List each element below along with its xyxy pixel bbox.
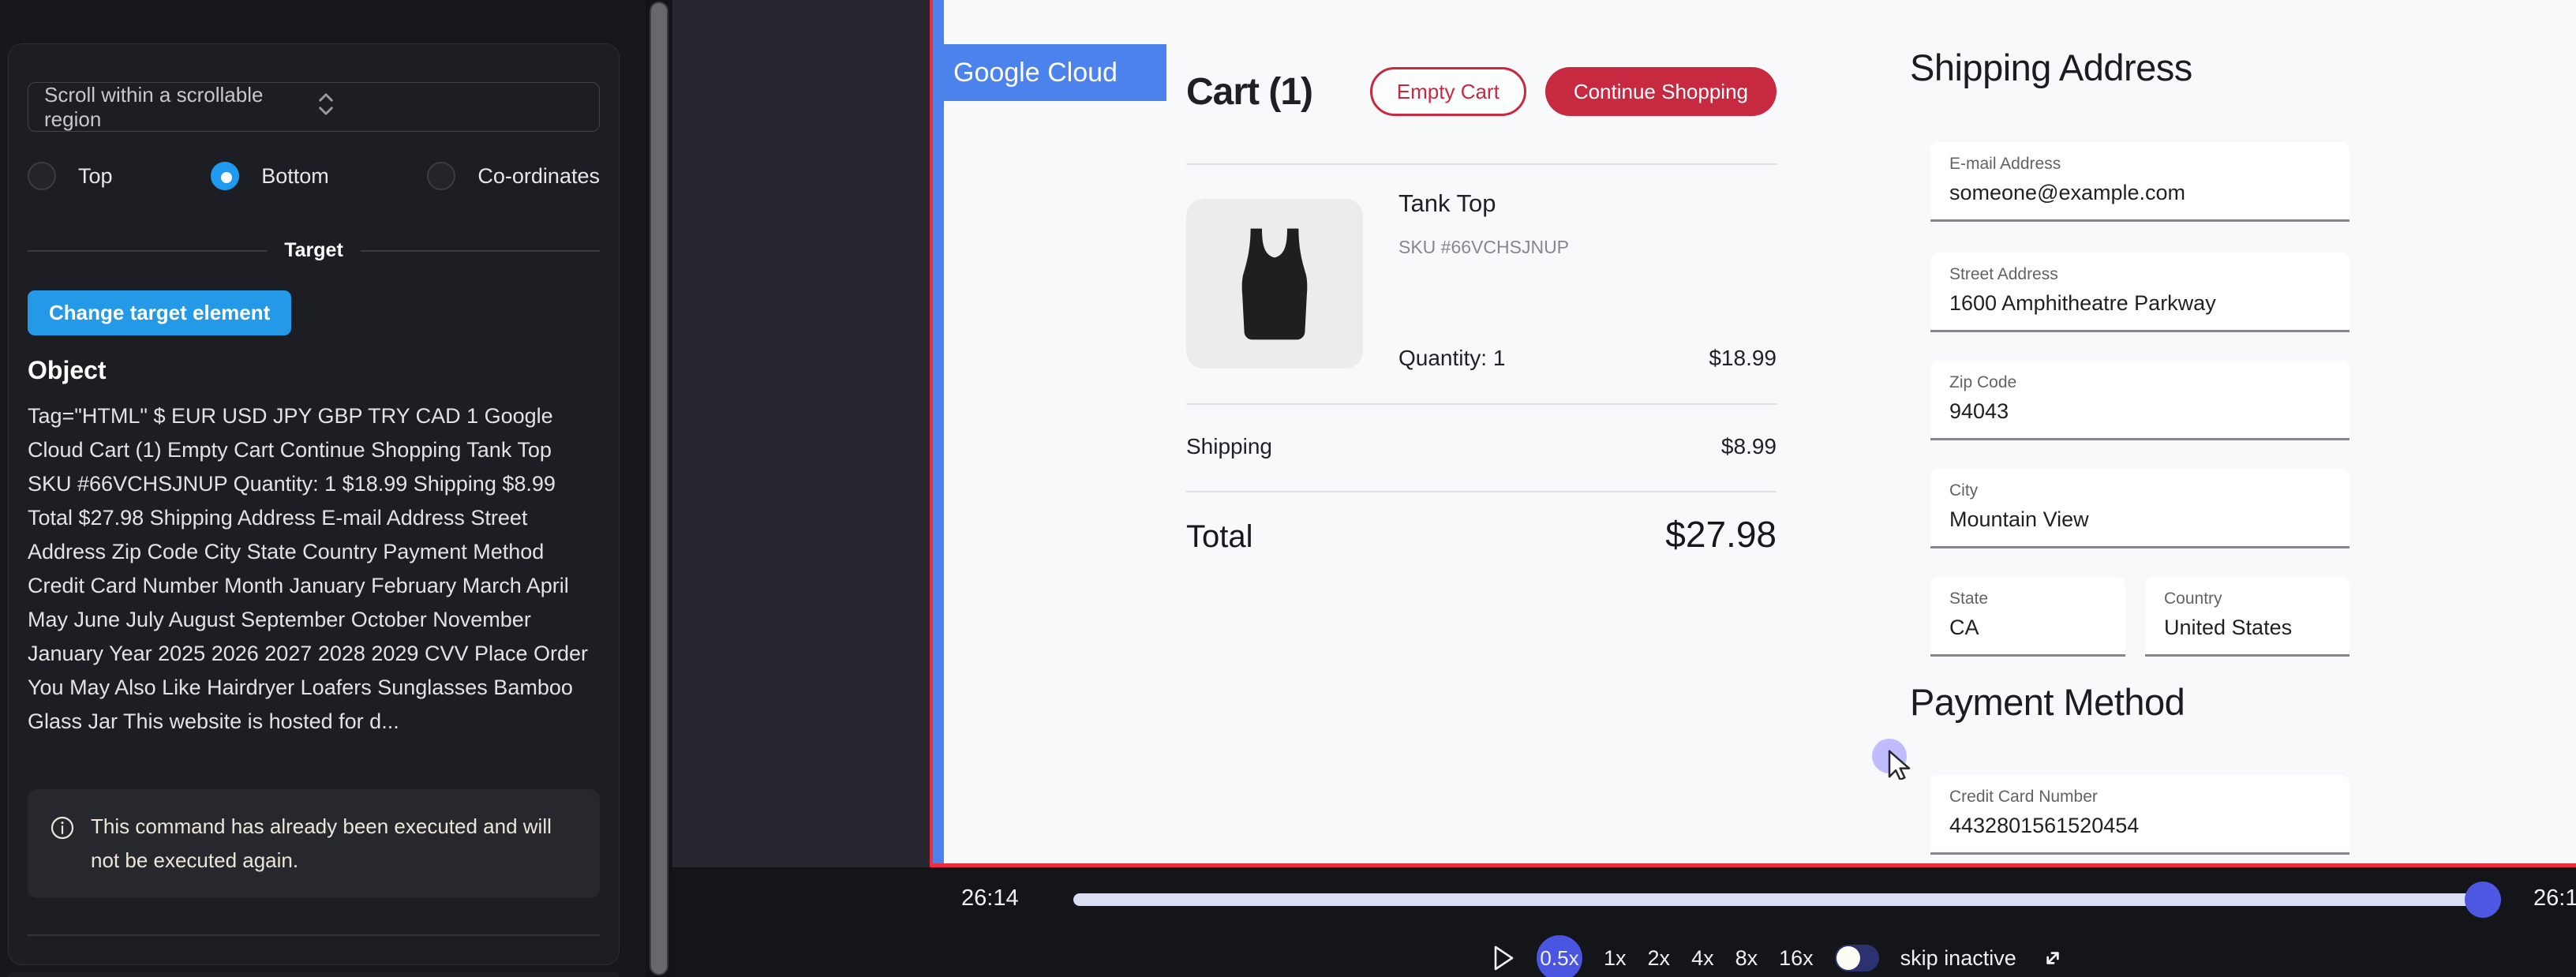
empty-cart-button[interactable]: Empty Cart [1370, 67, 1526, 116]
skip-inactive-label: skip inactive [1900, 946, 2016, 971]
checkout-form-section: Shipping Address E-mail Address someone@… [1910, 0, 2349, 863]
divider [1186, 163, 1777, 165]
end-time: 26:1 [2533, 885, 2576, 911]
speed-2x-button[interactable]: 2x [1648, 946, 1671, 971]
action-select[interactable]: Scroll within a scrollable region [28, 82, 600, 132]
divider [1186, 403, 1777, 405]
timeline-thumb[interactable] [2465, 882, 2501, 918]
info-message-text: This command has already been executed a… [91, 810, 578, 878]
browser-page: Google Cloud Cart (1) Empty Cart Continu… [944, 0, 2576, 863]
credit-card-number-field[interactable]: Credit Card Number 4432801561520454 [1930, 775, 2349, 855]
cart-item-sku: SKU #66VCHSJNUP [1398, 237, 1569, 258]
shipping-address-heading: Shipping Address [1910, 46, 2192, 89]
radio-bottom[interactable]: Bottom [211, 162, 329, 190]
target-section-label: Target [284, 239, 343, 262]
country-label: Country [2164, 590, 2331, 608]
replay-viewport: Google Cloud Cart (1) Empty Cart Continu… [672, 0, 2576, 977]
radio-top-label: Top [78, 164, 113, 189]
target-section-divider: Target [28, 239, 600, 262]
continue-shopping-button[interactable]: Continue Shopping [1545, 67, 1777, 116]
command-panel: Scroll within a scrollable region Top Bo… [8, 43, 620, 965]
cart-item-quantity: Quantity: 1 [1398, 346, 1505, 371]
street-address-value: 1600 Amphitheatre Parkway [1949, 291, 2331, 316]
country-field[interactable]: Country United States [2145, 577, 2349, 657]
speed-0-5x-button[interactable]: 0.5x [1537, 935, 1582, 977]
info-message-box: This command has already been executed a… [28, 789, 600, 898]
object-heading: Object [28, 356, 600, 385]
replay-player-bar: 26:14 26:1 0.5x 1x 2x 4x 8x 16x sk [672, 867, 2576, 977]
toggle-knob [1837, 946, 1860, 970]
cart-section: Cart (1) Empty Cart Continue Shopping Ta… [1186, 0, 1777, 863]
city-label: City [1949, 481, 2331, 500]
sidebar-scrollbar-gutter [646, 0, 672, 977]
action-select-value: Scroll within a scrollable region [44, 83, 314, 132]
speed-4x-button[interactable]: 4x [1691, 946, 1714, 971]
radio-bottom-circle[interactable] [211, 162, 239, 190]
divider-line [28, 250, 267, 252]
section-divider [28, 934, 600, 936]
app-root: Scroll within a scrollable region Top Bo… [0, 0, 2576, 977]
player-controls: 0.5x 1x 2x 4x 8x 16x skip inactive [1492, 935, 2068, 977]
sidebar: Scroll within a scrollable region Top Bo… [0, 0, 646, 977]
skip-inactive-toggle[interactable] [1835, 945, 1879, 971]
radio-coordinates[interactable]: Co-ordinates [427, 162, 600, 190]
radio-coordinates-label: Co-ordinates [477, 164, 600, 189]
fullscreen-icon[interactable] [2038, 943, 2068, 973]
zip-code-value: 94043 [1949, 399, 2331, 424]
object-text: Tag="HTML" $ EUR USD JPY GBP TRY CAD 1 G… [28, 399, 600, 739]
scroll-position-radio-group: Top Bottom Co-ordinates [28, 162, 600, 190]
state-value: CA [1949, 616, 2106, 640]
cart-item-image [1186, 199, 1363, 369]
chevron-updown-icon [314, 91, 584, 123]
radio-top-circle[interactable] [28, 162, 56, 190]
cart-title: Cart (1) [1186, 70, 1312, 114]
tank-top-image [1211, 218, 1338, 350]
city-value: Mountain View [1949, 507, 2331, 532]
zip-code-label: Zip Code [1949, 373, 2331, 392]
radio-bottom-label: Bottom [261, 164, 329, 189]
radio-coordinates-circle[interactable] [427, 162, 455, 190]
state-field[interactable]: State CA [1930, 577, 2125, 657]
next-panel-edge [8, 972, 620, 977]
speed-16x-button[interactable]: 16x [1779, 946, 1814, 971]
current-time: 26:14 [961, 885, 1019, 911]
change-target-button[interactable]: Change target element [28, 290, 291, 335]
site-logo-badge[interactable]: Google Cloud [933, 44, 1166, 101]
shipping-cost-label: Shipping [1186, 434, 1272, 459]
total-label: Total [1186, 519, 1253, 555]
email-field[interactable]: E-mail Address someone@example.com [1930, 142, 2349, 222]
radio-top[interactable]: Top [28, 162, 113, 190]
mouse-cursor-icon [1881, 748, 1913, 784]
play-button[interactable] [1492, 944, 1515, 972]
element-highlight-blue-edge [933, 0, 944, 863]
state-label: State [1949, 590, 2106, 608]
street-address-field[interactable]: Street Address 1600 Amphitheatre Parkway [1930, 253, 2349, 332]
cart-item-price: $18.99 [1709, 346, 1777, 371]
email-field-label: E-mail Address [1949, 155, 2331, 174]
info-icon [50, 815, 75, 878]
timeline-track[interactable] [1073, 893, 2484, 906]
cart-item-name: Tank Top [1398, 189, 1496, 218]
city-field[interactable]: City Mountain View [1930, 469, 2349, 548]
speed-1x-button[interactable]: 1x [1604, 946, 1627, 971]
total-value: $27.98 [1665, 513, 1777, 556]
divider [1186, 491, 1777, 492]
zip-code-field[interactable]: Zip Code 94043 [1930, 361, 2349, 440]
credit-card-number-label: Credit Card Number [1949, 788, 2331, 807]
country-value: United States [2164, 616, 2331, 640]
street-address-label: Street Address [1949, 265, 2331, 284]
credit-card-number-value: 4432801561520454 [1949, 814, 2331, 838]
sidebar-scrollbar-thumb[interactable] [650, 2, 668, 975]
cart-header: Cart (1) Empty Cart Continue Shopping [1186, 66, 1777, 117]
speed-8x-button[interactable]: 8x [1735, 946, 1758, 971]
payment-method-heading: Payment Method [1910, 680, 2185, 724]
email-field-value: someone@example.com [1949, 181, 2331, 205]
shipping-cost-value: $8.99 [1721, 434, 1777, 459]
divider-line [361, 250, 600, 252]
